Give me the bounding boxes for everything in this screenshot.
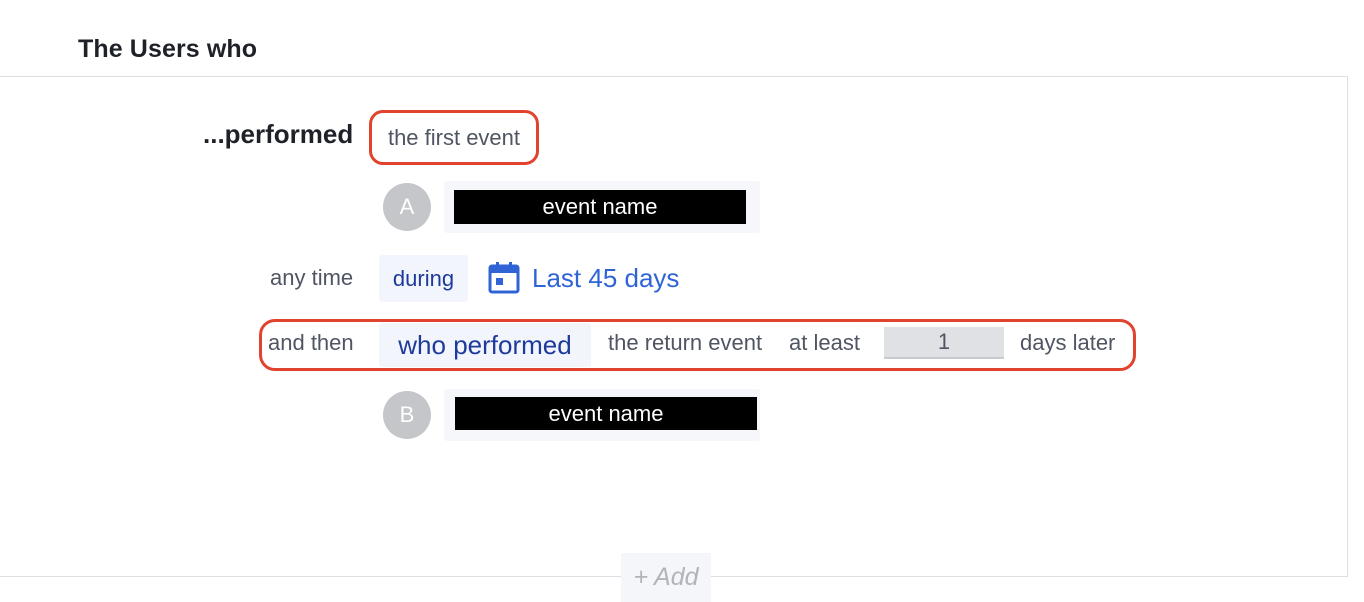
days-input[interactable] — [884, 327, 1004, 359]
and-then-label: and then — [268, 330, 354, 355]
any-time-label: any time — [270, 265, 354, 290]
performed-label: ...performed — [203, 119, 354, 149]
first-event-selector[interactable]: the first event — [369, 110, 539, 165]
at-least-label: at least — [789, 330, 860, 355]
days-later-label: days later — [1020, 330, 1116, 355]
during-dropdown[interactable]: during — [379, 255, 468, 302]
event-a-badge: A — [383, 183, 431, 231]
calendar-icon[interactable] — [487, 261, 521, 295]
return-event-label: the return event — [608, 330, 763, 355]
event-a-name: event name — [454, 190, 746, 224]
section-title: The Users who — [78, 35, 258, 63]
event-b-name: event name — [455, 397, 757, 430]
add-button[interactable]: + Add — [621, 553, 711, 602]
who-performed-dropdown[interactable]: who performed — [379, 323, 591, 367]
event-b-badge: B — [383, 391, 431, 439]
date-range-link[interactable]: Last 45 days — [532, 263, 679, 294]
